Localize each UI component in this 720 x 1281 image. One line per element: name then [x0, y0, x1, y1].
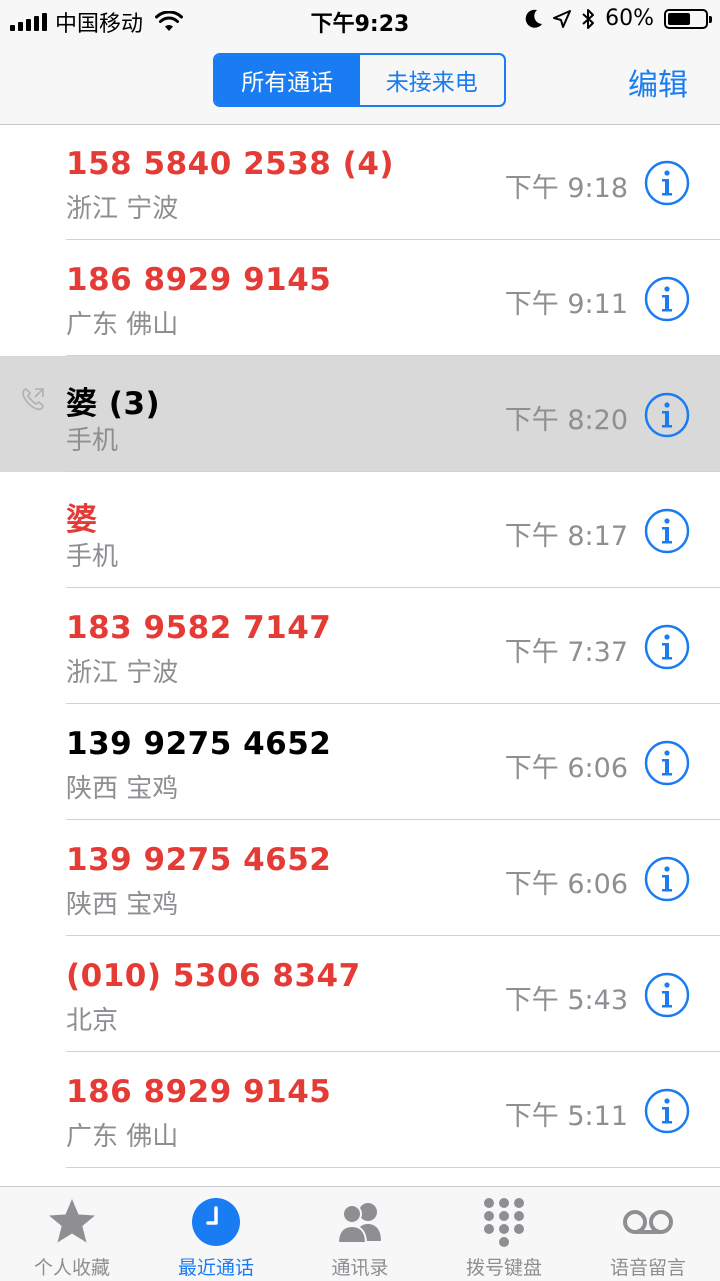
battery-fill: [668, 12, 690, 25]
info-icon[interactable]: [644, 856, 690, 902]
outgoing-call-icon: [22, 388, 44, 411]
caller-location: 手机: [66, 542, 119, 572]
caller-name: 186 8929 9145: [66, 262, 332, 298]
segment-all-calls[interactable]: 所有通话: [215, 55, 360, 105]
caller-location: 广东 佛山: [66, 310, 179, 340]
info-icon[interactable]: [644, 624, 690, 670]
bluetooth-icon: [582, 8, 595, 29]
call-time: 下午 9:18: [504, 173, 628, 204]
keypad-icon: [484, 1198, 524, 1247]
call-time: 下午 6:06: [504, 869, 628, 900]
voicemail-icon: [623, 1210, 673, 1234]
call-row[interactable]: 186 8929 9145 广东 佛山 下午 5:11: [0, 1052, 720, 1168]
info-icon[interactable]: [644, 1088, 690, 1134]
star-icon: [49, 1199, 95, 1243]
tab-label: 拨号键盘: [465, 1257, 542, 1279]
info-icon[interactable]: [644, 276, 690, 322]
clock-icon: [192, 1198, 240, 1246]
call-row[interactable]: 139 9275 4652 陕西 宝鸡 下午 6:06: [0, 704, 720, 820]
caller-location: 手机: [66, 426, 119, 456]
call-time: 下午 6:06: [504, 753, 628, 784]
recent-calls-list: 158 5840 2538 (4) 浙江 宁波 下午 9:18 186 8929 91…: [0, 124, 720, 1168]
tab-label: 通讯录: [331, 1257, 389, 1279]
caller-location: 陕西 宝鸡: [66, 774, 179, 804]
moon-icon: [525, 9, 543, 28]
call-time: 下午 5:43: [504, 985, 628, 1016]
tab-star[interactable]: 个人收藏: [0, 1187, 144, 1281]
battery-icon: [664, 8, 712, 29]
tab-keypad[interactable]: 拨号键盘: [432, 1187, 576, 1281]
call-row[interactable]: 婆 (3) 手机 下午 8:20: [0, 356, 720, 472]
call-row[interactable]: 183 9582 7147 浙江 宁波 下午 7:37: [0, 588, 720, 704]
caller-name: 婆 (3): [66, 386, 161, 422]
caller-name: (010) 5306 8347: [66, 958, 361, 994]
call-row[interactable]: 婆手机 下午 8:17: [0, 472, 720, 588]
call-time: 下午 9:11: [504, 289, 628, 320]
tab-label: 个人收藏: [33, 1257, 110, 1279]
call-time: 下午 5:11: [504, 1101, 628, 1132]
edit-button[interactable]: 编辑: [628, 60, 688, 104]
tab-clock[interactable]: 最近通话: [144, 1187, 288, 1281]
caller-name: 186 8929 9145: [66, 1074, 332, 1110]
caller-location: 浙江 宁波: [66, 194, 179, 224]
call-filter-segmented-control: 所有通话 未接来电: [213, 53, 506, 107]
caller-name: 158 5840 2538 (4): [66, 146, 395, 182]
nav-bar: 所有通话 未接来电 编辑: [0, 40, 720, 125]
tab-voicemail[interactable]: 语音留言: [576, 1187, 720, 1281]
call-time: 下午 8:20: [504, 405, 628, 436]
tab-label: 语音留言: [609, 1257, 686, 1279]
caller-location: 广东 佛山: [66, 1122, 179, 1152]
tab-label: 最近通话: [177, 1257, 254, 1279]
call-row[interactable]: 139 9275 4652 陕西 宝鸡 下午 6:06: [0, 820, 720, 936]
tab-contacts[interactable]: 通讯录: [288, 1187, 432, 1281]
contacts-icon: [336, 1203, 381, 1244]
caller-name: 婆: [66, 502, 98, 538]
info-icon[interactable]: [644, 740, 690, 786]
battery-percent: 60%: [605, 6, 654, 31]
caller-name: 183 9582 7147: [66, 610, 332, 646]
info-icon[interactable]: [644, 508, 690, 554]
call-time: 下午 8:17: [504, 521, 628, 552]
call-row[interactable]: 158 5840 2538 (4) 浙江 宁波 下午 9:18: [0, 124, 720, 240]
info-icon[interactable]: [644, 972, 690, 1018]
location-arrow-icon: [553, 9, 572, 28]
call-time: 下午 7:37: [504, 637, 628, 668]
info-icon[interactable]: [644, 160, 690, 206]
info-icon[interactable]: [644, 392, 690, 438]
caller-location: 陕西 宝鸡: [66, 890, 179, 920]
tab-bar: 个人收藏 最近通话 通讯录 拨号键盘 语音留言: [0, 1186, 720, 1281]
segment-missed-calls[interactable]: 未接来电: [360, 55, 505, 105]
caller-name: 139 9275 4652: [66, 726, 332, 762]
call-row[interactable]: 186 8929 9145 广东 佛山 下午 9:11: [0, 240, 720, 356]
status-bar: 中国移动 下午9:23 60%: [0, 0, 720, 40]
status-right: 60%: [525, 6, 712, 31]
call-row[interactable]: (010) 5306 8347 北京 下午 5:43: [0, 936, 720, 1052]
caller-location: 浙江 宁波: [66, 658, 179, 688]
caller-name: 139 9275 4652: [66, 842, 332, 878]
caller-location: 北京: [66, 1006, 119, 1036]
